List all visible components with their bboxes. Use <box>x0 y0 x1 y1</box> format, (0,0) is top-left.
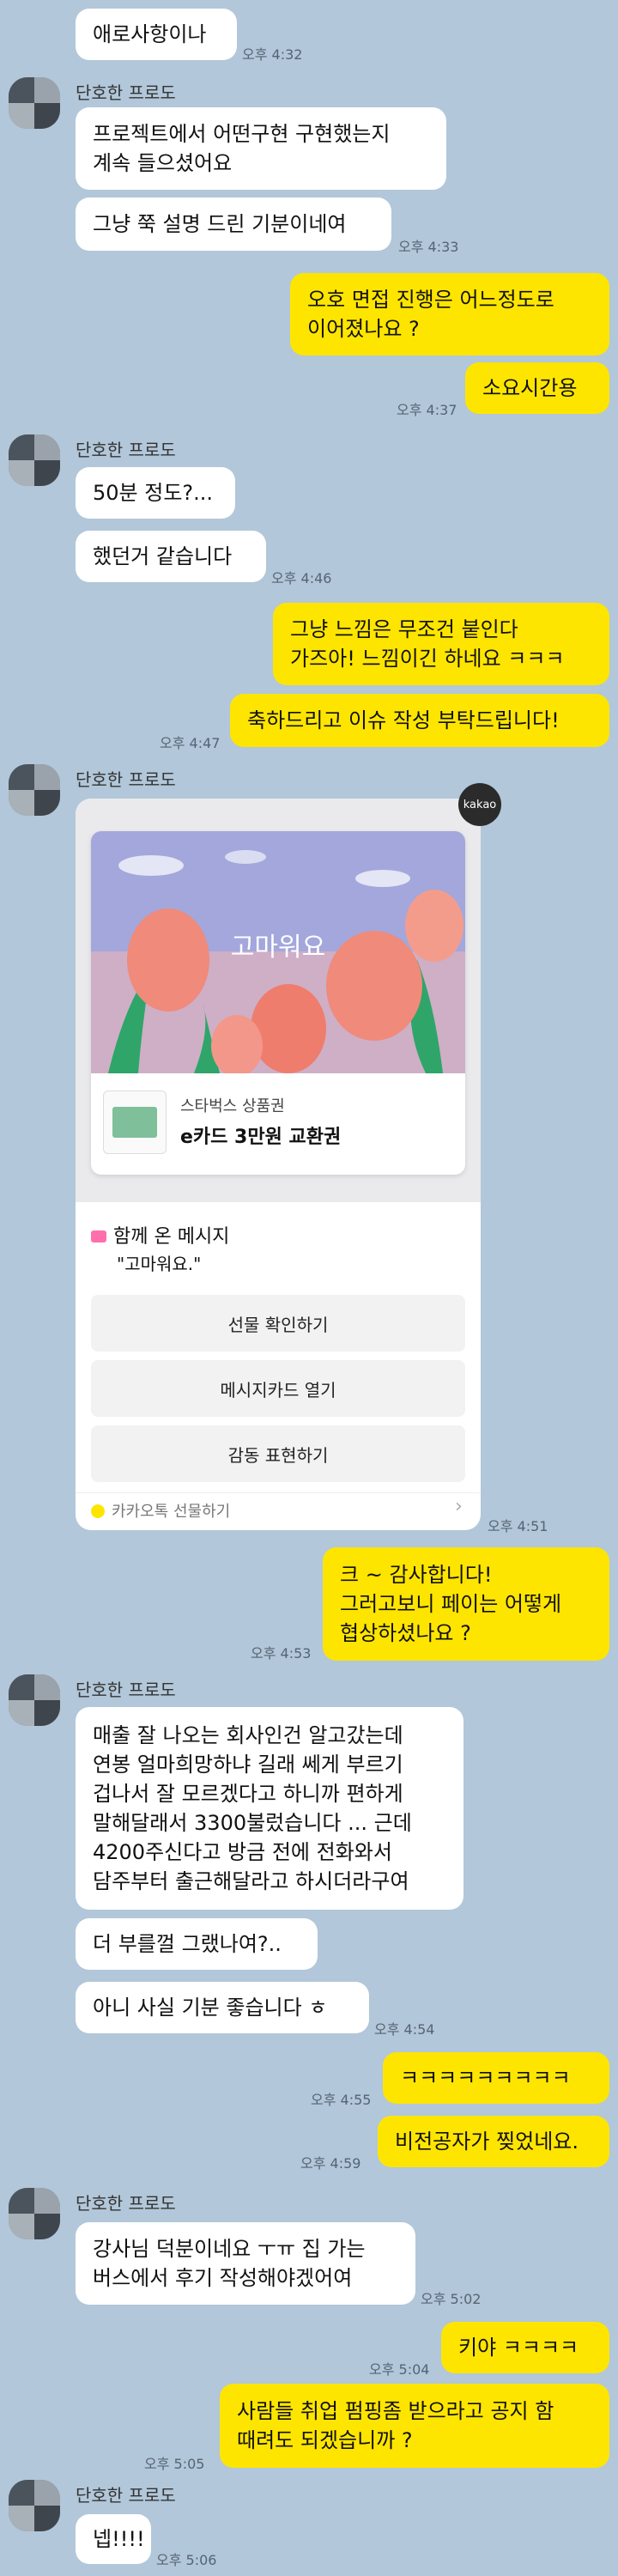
message-time: 오후 4:59 <box>300 2155 361 2172</box>
message-time: 오후 4:54 <box>374 2021 435 2038</box>
message-bubble-sent: 그냥 느낌은 무조건 붙인다 가즈아! 느낌이긴 하네요 ㅋㅋㅋ <box>273 603 609 685</box>
sender-name: 단호한 프로도 <box>76 2485 176 2506</box>
message-text: 매출 잘 나오는 회사인건 알고갔는데 연봉 얼마희망하냐 길래 쎄게 부르기 … <box>93 1723 412 1893</box>
message-text: 그냥 느낌은 무조건 붙인다 가즈아! 느낌이긴 하네요 ㅋㅋㅋ <box>290 617 565 671</box>
message-bubble-sent: 사람들 취업 펌핑좀 받으라고 공지 함 때려도 되겠습니까 ? <box>220 2384 609 2468</box>
message-bubble-received: 매출 잘 나오는 회사인건 알고갔는데 연봉 얼마희망하냐 길래 쎄게 부르기 … <box>76 1707 464 1910</box>
gift-thumbnail <box>103 1091 167 1154</box>
message-text: 더 부를껄 그랬나여?.. <box>93 1932 282 1956</box>
message-time: 오후 5:06 <box>156 2552 217 2568</box>
message-time: 오후 5:02 <box>421 2291 482 2307</box>
message-bubble-sent: 오호 면접 진행은 어느정도로 이어졌나요 ? <box>290 273 609 355</box>
message-time: 오후 5:05 <box>144 2456 205 2472</box>
message-text: 축하드리고 이슈 작성 부탁드립니다! <box>247 708 560 732</box>
avatar[interactable] <box>9 434 60 486</box>
sender-name: 단호한 프로도 <box>76 1680 176 1700</box>
message-time: 오후 4:32 <box>242 46 303 63</box>
avatar[interactable] <box>9 1674 60 1726</box>
heart-envelope-icon <box>91 1230 106 1242</box>
message-bubble-received: 애로사항이나 <box>76 9 237 60</box>
gift-card[interactable]: 고마워요 스타벅스 상품권 e카드 3만원 교환권 함께 온 메시지 "고마워요… <box>76 799 481 1530</box>
avatar[interactable] <box>9 77 60 129</box>
gift-brand: 스타벅스 상품권 <box>180 1097 285 1115</box>
message-bubble-received: 강사님 덕분이네요 ㅜㅠ 집 가는 버스에서 후기 작성해야겠어여 <box>76 2222 415 2305</box>
avatar[interactable] <box>9 2480 60 2531</box>
gift-product: e카드 3만원 교환권 <box>180 1127 342 1148</box>
message-text: 크 ~ 감사합니다! 그러고보니 페이는 어떻게 협상하셨나요 ? <box>340 1563 562 1645</box>
message-text: 키야 ㅋㅋㅋㅋ <box>458 2336 579 2360</box>
message-bubble-received: 그냥 쭉 설명 드린 기분이네여 <box>76 197 391 251</box>
gift-footer[interactable]: 카카오톡 선물하기 <box>91 1499 230 1522</box>
message-bubble-sent: ㅋㅋㅋㅋㅋㅋㅋㅋㅋ <box>383 2052 609 2104</box>
sender-name: 단호한 프로도 <box>76 82 176 103</box>
message-text: ㅋㅋㅋㅋㅋㅋㅋㅋㅋ <box>400 2066 571 2090</box>
message-bubble-sent: 비전공자가 찢었네요. <box>378 2116 609 2167</box>
message-text: 강사님 덕분이네요 ㅜㅠ 집 가는 버스에서 후기 작성해야겠어여 <box>93 2237 366 2290</box>
kakao-gift-icon <box>91 1504 105 1518</box>
message-text: 했던거 같습니다 <box>93 544 233 568</box>
message-bubble-sent: 축하드리고 이슈 작성 부탁드립니다! <box>230 694 609 747</box>
gift-message-card-button[interactable]: 메시지카드 열기 <box>91 1360 465 1417</box>
message-bubble-received: 넵!!!! <box>76 2514 151 2564</box>
message-time: 오후 4:37 <box>397 402 457 418</box>
message-bubble-sent: 키야 ㅋㅋㅋㅋ <box>441 2322 609 2373</box>
avatar[interactable] <box>9 764 60 816</box>
chat-screen: { "contact": { "name": "단호한 프로도" }, "mes… <box>0 0 618 2576</box>
message-text: 비전공자가 찢었네요. <box>395 2129 579 2154</box>
kakao-badge-icon: kakao <box>458 783 501 826</box>
gift-footer-text: 카카오톡 선물하기 <box>112 1503 231 1521</box>
message-bubble-received: 프로젝트에서 어떤구현 구현했는지 계속 들으셨어요 <box>76 107 446 190</box>
sender-name: 단호한 프로도 <box>76 769 176 790</box>
message-time: 오후 4:33 <box>398 239 459 255</box>
message-text: 프로젝트에서 어떤구현 구현했는지 계속 들으셨어요 <box>93 122 391 175</box>
message-time: 오후 4:53 <box>251 1645 312 1662</box>
gift-banner-text: 고마워요 <box>230 933 326 963</box>
message-text: 아니 사실 기분 좋습니다 ㅎ <box>93 1996 328 2020</box>
message-text: 넵!!!! <box>93 2527 145 2551</box>
gift-message-body: "고마워요." <box>117 1254 202 1274</box>
divider <box>76 1492 481 1493</box>
message-bubble-received: 더 부를껄 그랬나여?.. <box>76 1918 318 1970</box>
message-time: 오후 4:55 <box>311 2092 372 2108</box>
message-text: 소요시간용 <box>482 376 578 400</box>
avatar[interactable] <box>9 2188 60 2239</box>
message-bubble-received: 아니 사실 기분 좋습니다 ㅎ <box>76 1982 369 2033</box>
gift-ticket[interactable]: 고마워요 스타벅스 상품권 e카드 3만원 교환권 <box>91 831 465 1175</box>
chevron-right-icon: › <box>455 1496 463 1517</box>
message-text: 오호 면접 진행은 어느정도로 이어졌나요 ? <box>307 288 554 341</box>
message-bubble-received: 했던거 같습니다 <box>76 531 266 582</box>
gift-message-title: 함께 온 메시지 <box>113 1226 230 1248</box>
gift-check-button[interactable]: 선물 확인하기 <box>91 1295 465 1352</box>
sender-name: 단호한 프로도 <box>76 440 176 460</box>
message-bubble-sent: 소요시간용 <box>465 362 609 414</box>
message-time: 오후 4:51 <box>488 1518 548 1534</box>
sender-name: 단호한 프로도 <box>76 2193 176 2214</box>
message-time: 오후 4:47 <box>160 735 221 751</box>
message-time: 오후 4:46 <box>271 570 332 586</box>
message-bubble-received: 50분 정도?... <box>76 467 235 519</box>
gift-react-button[interactable]: 감동 표현하기 <box>91 1425 465 1482</box>
gift-message-title-row: 함께 온 메시지 <box>91 1221 229 1249</box>
message-text: 50분 정도?... <box>93 481 214 505</box>
message-text: 사람들 취업 펌핑좀 받으라고 공지 함 때려도 되겠습니까 ? <box>237 2399 554 2452</box>
message-text: 그냥 쭉 설명 드린 기분이네여 <box>93 212 347 236</box>
message-bubble-sent: 크 ~ 감사합니다! 그러고보니 페이는 어떻게 협상하셨나요 ? <box>323 1547 609 1661</box>
message-time: 오후 5:04 <box>369 2361 430 2378</box>
message-text: 애로사항이나 <box>93 22 207 46</box>
